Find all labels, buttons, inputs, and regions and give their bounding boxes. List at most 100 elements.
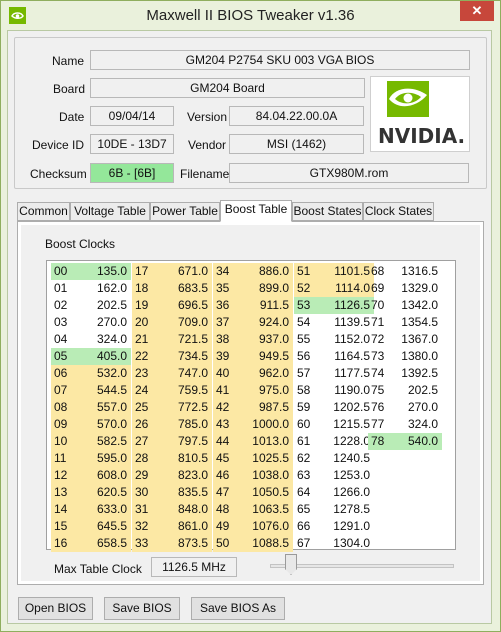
boost-clock-value[interactable]: 848.0 <box>154 501 212 518</box>
open-bios-button[interactable]: Open BIOS <box>18 597 93 620</box>
boost-clock-value[interactable]: 734.5 <box>154 348 212 365</box>
boost-clock-value[interactable]: 1342.0 <box>390 297 442 314</box>
boost-clock-value[interactable]: 1228.0 <box>316 433 374 450</box>
boost-clock-value[interactable]: 1380.0 <box>390 348 442 365</box>
boost-clock-value[interactable]: 1038.0 <box>235 467 293 484</box>
boost-clock-value[interactable]: 1215.5 <box>316 416 374 433</box>
boost-clock-value[interactable]: 1266.0 <box>316 484 374 501</box>
boost-clock-value[interactable]: 570.0 <box>73 416 131 433</box>
boost-clock-value[interactable]: 1316.5 <box>390 263 442 280</box>
boost-index: 05 <box>51 348 73 365</box>
boost-index: 28 <box>132 450 154 467</box>
boost-clock-value[interactable]: 797.5 <box>154 433 212 450</box>
boost-clock-value[interactable]: 633.0 <box>73 501 131 518</box>
boost-clock-value[interactable]: 544.5 <box>73 382 131 399</box>
boost-clock-value[interactable]: 1000.0 <box>235 416 293 433</box>
boost-clock-value[interactable]: 645.5 <box>73 518 131 535</box>
boost-clock-value[interactable]: 202.5 <box>390 382 442 399</box>
boost-index: 33 <box>132 535 154 552</box>
save-bios-button[interactable]: Save BIOS <box>104 597 180 620</box>
boost-clock-value[interactable]: 532.0 <box>73 365 131 382</box>
boost-clock-value[interactable]: 810.5 <box>154 450 212 467</box>
boost-clock-value[interactable]: 540.0 <box>390 433 442 450</box>
boost-clock-value[interactable]: 747.0 <box>154 365 212 382</box>
boost-clock-value[interactable]: 270.0 <box>390 399 442 416</box>
boost-index: 58 <box>297 383 311 397</box>
boost-clock-value[interactable]: 1329.0 <box>390 280 442 297</box>
boost-index: 51 <box>294 263 316 280</box>
boost-clock-value[interactable]: 772.5 <box>154 399 212 416</box>
boost-clock-value[interactable]: 1164.5 <box>316 348 374 365</box>
tab-power-table[interactable]: Power Table <box>150 202 220 221</box>
boost-clock-value[interactable]: 1291.0 <box>316 518 374 535</box>
boost-clock-value[interactable]: 899.0 <box>235 280 293 297</box>
tab-clock-states[interactable]: Clock States <box>363 202 434 221</box>
boost-clock-value[interactable]: 405.0 <box>73 348 131 365</box>
clock-slider-track[interactable] <box>270 564 454 568</box>
boost-clock-value[interactable]: 1050.5 <box>235 484 293 501</box>
boost-clock-value[interactable]: 135.0 <box>73 263 131 280</box>
boost-clock-value[interactable]: 658.5 <box>73 535 131 552</box>
boost-clock-value[interactable]: 1088.5 <box>235 535 293 552</box>
boost-clock-value[interactable]: 324.0 <box>73 331 131 348</box>
boost-clock-value[interactable]: 709.0 <box>154 314 212 331</box>
boost-clock-value[interactable]: 582.5 <box>73 433 131 450</box>
boost-clock-value[interactable]: 835.5 <box>154 484 212 501</box>
boost-clock-value[interactable]: 1114.0 <box>316 280 374 297</box>
tab-boost-states[interactable]: Boost States <box>292 202 363 221</box>
close-button[interactable]: ✕ <box>460 1 494 21</box>
boost-clock-value[interactable]: 1177.5 <box>316 365 374 382</box>
boost-clock-value[interactable]: 962.0 <box>235 365 293 382</box>
boost-clock-value[interactable]: 1013.0 <box>235 433 293 450</box>
boost-clock-value[interactable]: 270.0 <box>73 314 131 331</box>
boost-clock-value[interactable]: 1025.5 <box>235 450 293 467</box>
tab-common[interactable]: Common <box>17 202 70 221</box>
boost-clock-value[interactable]: 911.5 <box>235 297 293 314</box>
boost-clock-value[interactable]: 1190.0 <box>316 382 374 399</box>
save-bios-as-button[interactable]: Save BIOS As <box>191 597 285 620</box>
boost-clock-value[interactable]: 886.0 <box>235 263 293 280</box>
boost-clock-value[interactable]: 924.0 <box>235 314 293 331</box>
boost-clock-value[interactable]: 1101.5 <box>316 263 374 280</box>
boost-clock-value[interactable]: 721.5 <box>154 331 212 348</box>
boost-index: 35 <box>213 280 235 297</box>
boost-clock-value[interactable]: 949.5 <box>235 348 293 365</box>
boost-clock-value[interactable]: 1367.0 <box>390 331 442 348</box>
boost-clock-value[interactable]: 873.5 <box>154 535 212 552</box>
boost-clock-value[interactable]: 1392.5 <box>390 365 442 382</box>
filename-field: GTX980M.rom <box>229 163 469 183</box>
boost-clock-value[interactable]: 595.0 <box>73 450 131 467</box>
boost-clock-value[interactable]: 1139.5 <box>316 314 374 331</box>
boost-clock-value[interactable]: 557.0 <box>73 399 131 416</box>
boost-clock-value[interactable]: 1253.0 <box>316 467 374 484</box>
boost-clock-value[interactable]: 861.0 <box>154 518 212 535</box>
boost-clock-value[interactable]: 1240.5 <box>316 450 374 467</box>
boost-clock-value[interactable]: 620.5 <box>73 484 131 501</box>
boost-clock-value[interactable]: 1354.5 <box>390 314 442 331</box>
boost-clock-value[interactable]: 1304.0 <box>316 535 374 552</box>
boost-index: 00 <box>51 263 73 280</box>
boost-clock-value[interactable]: 1278.5 <box>316 501 374 518</box>
boost-clock-value[interactable]: 937.0 <box>235 331 293 348</box>
boost-clock-value[interactable]: 324.0 <box>390 416 442 433</box>
name-label: Name <box>52 54 85 68</box>
tab-voltage-table[interactable]: Voltage Table <box>70 202 150 221</box>
boost-clock-value[interactable]: 1076.0 <box>235 518 293 535</box>
boost-clock-value[interactable]: 1152.0 <box>316 331 374 348</box>
boost-clock-value[interactable]: 683.5 <box>154 280 212 297</box>
boost-clock-value[interactable]: 785.0 <box>154 416 212 433</box>
boost-clock-value[interactable]: 975.0 <box>235 382 293 399</box>
boost-clock-value[interactable]: 1126.5 <box>316 297 374 314</box>
boost-clock-value[interactable]: 202.5 <box>73 297 131 314</box>
boost-clock-value[interactable]: 759.5 <box>154 382 212 399</box>
boost-clock-value[interactable]: 671.0 <box>154 263 212 280</box>
boost-clock-value[interactable]: 987.5 <box>235 399 293 416</box>
boost-clock-value[interactable]: 608.0 <box>73 467 131 484</box>
boost-clock-value[interactable]: 1063.5 <box>235 501 293 518</box>
boost-index: 72 <box>371 332 385 346</box>
boost-clock-value[interactable]: 162.0 <box>73 280 131 297</box>
boost-clock-value[interactable]: 1202.5 <box>316 399 374 416</box>
boost-clock-value[interactable]: 696.5 <box>154 297 212 314</box>
boost-clock-value[interactable]: 823.0 <box>154 467 212 484</box>
tab-boost-table[interactable]: Boost Table <box>220 200 292 222</box>
